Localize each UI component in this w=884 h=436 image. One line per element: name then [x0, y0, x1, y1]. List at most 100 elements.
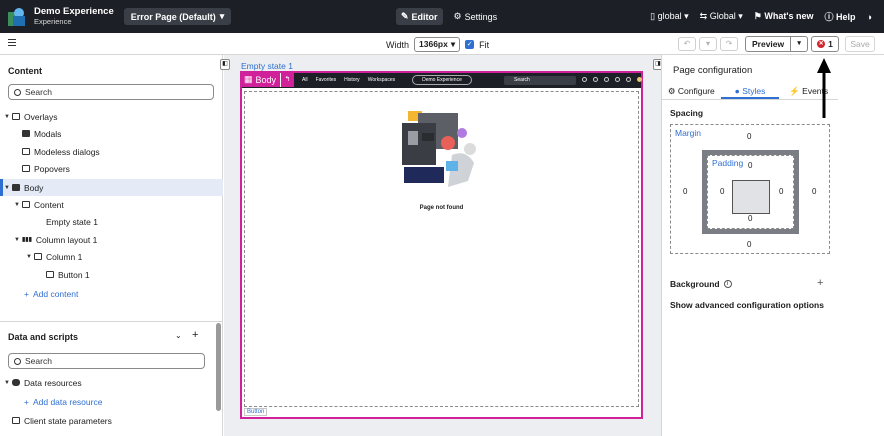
container-icon [22, 201, 30, 208]
body-tag[interactable]: ▦ Body [240, 72, 281, 87]
preview-nav-link: Workspaces [367, 77, 396, 83]
tab-configure[interactable]: ⚙ Configure [662, 83, 721, 99]
margin-top-value[interactable]: 0 [747, 132, 751, 141]
app-logo-icon [8, 7, 26, 26]
tree-item-label: Modals [34, 128, 62, 139]
preview-app-pill: Demo Experience [412, 75, 472, 85]
margin-box[interactable]: Margin 0 0 0 0 Padding 0 0 0 0 [670, 124, 830, 254]
settings-label: Settings [464, 11, 498, 22]
scope-label: global [657, 11, 682, 21]
config-tabs: ⚙ Configure ● Styles ⚡ Events [662, 83, 838, 100]
dialog-icon [22, 148, 30, 155]
contrast-icon[interactable]: ◑ [867, 12, 872, 22]
margin-label: Margin [675, 128, 701, 138]
app-subtitle: Experience [34, 16, 72, 26]
editor-tab[interactable]: ✎ Editor [396, 8, 443, 25]
preview-search: Search [504, 76, 576, 85]
whats-new-button[interactable]: ⚑ What's new [754, 11, 814, 22]
undo-button[interactable]: ↶ [678, 37, 696, 51]
undo-history-button[interactable]: ▾ [699, 37, 717, 51]
tree-item-label: Popovers [34, 163, 70, 174]
padding-right-value[interactable]: 0 [779, 187, 783, 196]
error-count: 1 [828, 39, 833, 49]
page-not-found-text: Page not found [419, 205, 464, 211]
spacing-heading: Spacing [670, 108, 704, 118]
preview-nav-bar: All Favorites History Workspaces Demo Ex… [242, 73, 642, 88]
page-preview-frame[interactable]: All Favorites History Workspaces Demo Ex… [240, 71, 643, 419]
app-name: Demo Experience [34, 5, 114, 17]
tree-item-empty-state[interactable]: Empty state 1 [0, 213, 223, 230]
tree-item-content[interactable]: ▼ Content [0, 196, 223, 213]
data-panel-scrollbar[interactable] [216, 323, 221, 411]
width-selector[interactable]: 1366px ▾ [414, 37, 461, 52]
preview-button[interactable]: Preview ▾ [745, 36, 809, 52]
plus-icon[interactable]: + [192, 329, 198, 341]
button-tag[interactable]: Button [244, 408, 268, 416]
tree-item-data-resources[interactable]: ▼ Data resources [0, 374, 223, 391]
preview-nav-icons [582, 77, 642, 82]
caret-down-icon[interactable]: ▼ [4, 114, 12, 120]
settings-tab[interactable]: ⚙ Settings [449, 8, 503, 25]
editor-toolbar: Width 1366px ▾ ✓ Fit ↶ ▾ ↷ Preview ▾ ✕ 1… [0, 33, 884, 55]
data-search-input[interactable]: Search [8, 353, 205, 369]
search-icon [14, 357, 21, 365]
collapse-left-panel-icon[interactable]: ◧ [220, 59, 230, 70]
width-value: 1366px [419, 39, 448, 49]
caret-down-icon[interactable]: ▼ [14, 202, 22, 208]
chevron-down-icon[interactable]: ⌄ [175, 331, 182, 340]
column-layout-icon: ▮▮▮ [22, 237, 32, 243]
show-advanced-options-link[interactable]: Show advanced configuration options [670, 300, 824, 310]
help-icon: ⓘ [824, 12, 834, 22]
help-button[interactable]: ⓘ Help [825, 10, 856, 23]
body-tag-label: Body [255, 74, 277, 85]
fit-checkbox[interactable]: ✓ [465, 40, 475, 49]
chevron-down-icon: ▾ [219, 11, 225, 21]
tree-item-label: Overlays [24, 111, 58, 122]
error-indicator-button[interactable]: ✕ 1 [811, 36, 839, 52]
popover-icon [22, 165, 30, 172]
add-background-plus-icon[interactable]: + [817, 277, 823, 289]
padding-label: Padding [712, 158, 744, 168]
margin-right-value[interactable]: 0 [812, 187, 816, 196]
info-icon[interactable]: i [723, 280, 732, 288]
caret-down-icon[interactable]: ▼ [4, 380, 12, 386]
redo-button[interactable]: ↷ [720, 37, 738, 51]
padding-bottom-value[interactable]: 0 [748, 214, 752, 223]
scope-selector[interactable]: ▯ global ▾ [650, 11, 689, 22]
margin-left-value[interactable]: 0 [683, 187, 687, 196]
tree-item-modals[interactable]: Modals [0, 125, 223, 142]
caret-down-icon[interactable]: ▼ [4, 185, 12, 191]
tree-item-label: Empty state 1 [46, 216, 98, 227]
tree-item-popovers[interactable]: Popovers [0, 160, 223, 177]
save-button[interactable]: Save [845, 36, 875, 52]
tree-item-overlays[interactable]: ▼ Overlays [0, 108, 223, 125]
add-content-link[interactable]: + Add content [0, 285, 223, 302]
margin-bottom-value[interactable]: 0 [747, 240, 751, 249]
language-selector[interactable]: ⇆ Global ▾ [700, 11, 743, 22]
chevron-down-icon[interactable]: ▾ [791, 37, 807, 51]
tree-item-body[interactable]: ▼ Body [0, 179, 223, 196]
padding-left-value[interactable]: 0 [720, 187, 724, 196]
tree-item-column[interactable]: ▼ Column 1 [0, 248, 223, 265]
empty-state-tag[interactable]: Empty state 1 [241, 61, 293, 71]
content-search-placeholder: Search [25, 87, 52, 97]
caret-down-icon[interactable]: ▼ [26, 254, 34, 260]
tree-item-column-layout[interactable]: ▼ ▮▮▮ Column layout 1 [0, 231, 223, 248]
padding-box[interactable]: Padding 0 0 0 0 [702, 150, 799, 234]
caret-down-icon[interactable]: ▼ [14, 237, 22, 243]
padding-top-value[interactable]: 0 [748, 161, 752, 170]
content-search-input[interactable]: Search [8, 84, 214, 100]
add-data-resource-link[interactable]: + Add data resource [0, 393, 223, 410]
tab-styles[interactable]: ● Styles [720, 83, 780, 99]
tree-item-modeless-dialogs[interactable]: Modeless dialogs [0, 143, 223, 160]
background-heading: Background i [670, 279, 732, 289]
panel-divider [0, 321, 223, 322]
hamburger-menu-icon[interactable] [8, 39, 16, 47]
tree-item-label: Content [34, 199, 64, 210]
content-panel-title: Content [8, 66, 42, 76]
page-selector[interactable]: Error Page (Default) ▾ [123, 8, 232, 25]
megaphone-icon: ⚑ [753, 11, 762, 21]
tree-item-button[interactable]: Button 1 [0, 266, 223, 283]
select-parent-icon[interactable]: ↰ [280, 73, 294, 87]
tree-item-client-state[interactable]: Client state parameters [0, 412, 223, 429]
